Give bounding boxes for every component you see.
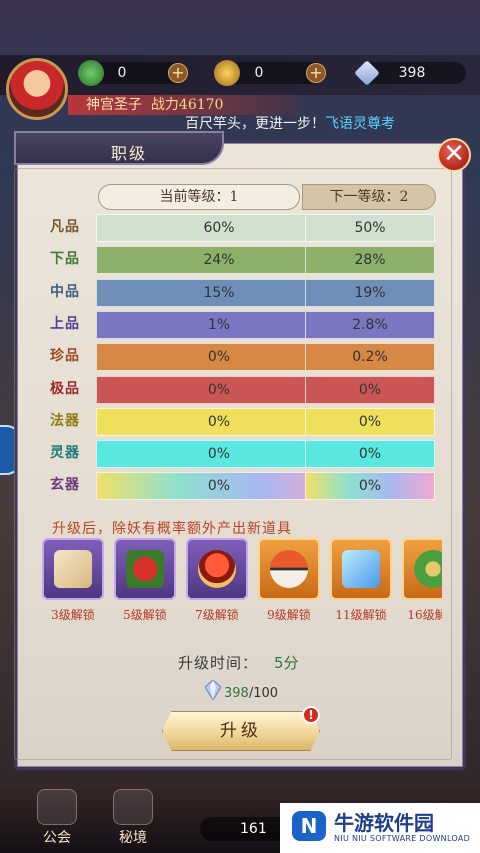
unlock-items-list[interactable]: 3级解锁 5级解锁 7级解锁 9级解锁 11级解锁 16级解锁: [40, 538, 442, 630]
nav-secret-realm[interactable]: 秘境: [108, 789, 158, 847]
next-chance: 28%: [305, 246, 435, 275]
upgrade-description: 升级后，除妖有概率额外产出新道具: [52, 521, 292, 537]
watermark: N 牛游软件园 NIU NIU SOFTWARE DOWNLOAD: [280, 803, 480, 853]
player-avatar[interactable]: [6, 58, 68, 120]
flower-bouquet-icon: [126, 550, 164, 588]
guild-icon: [37, 789, 77, 825]
upgrade-button[interactable]: 升级: [162, 711, 320, 751]
rarity-label: 中品: [50, 283, 80, 300]
rarity-label: 法器: [50, 412, 80, 429]
probability-row: 中品 15% 19%: [40, 278, 440, 307]
probability-row: 上品 1% 2.8%: [40, 310, 440, 339]
rarity-label: 玄器: [50, 477, 80, 494]
item-frame[interactable]: [258, 538, 320, 600]
jade-ring-icon: [414, 550, 442, 588]
next-chance: 2.8%: [305, 310, 435, 339]
item-frame[interactable]: [186, 538, 248, 600]
unlock-item[interactable]: 3级解锁: [40, 538, 106, 623]
rarity-label: 凡品: [50, 219, 80, 235]
unlock-item[interactable]: 11级解锁: [328, 538, 394, 623]
panel-title-tab: 职级: [14, 131, 224, 165]
unlock-item[interactable]: 7级解锁: [184, 538, 250, 623]
nav-guild[interactable]: 公会: [32, 789, 82, 847]
next-level-header: 下一等级：2: [302, 184, 436, 210]
item-frame[interactable]: [402, 538, 442, 600]
rarity-label: 珍品: [50, 348, 80, 365]
upgrade-time-value: 5分: [274, 654, 299, 672]
unlock-item[interactable]: 9级解锁: [256, 538, 322, 623]
upgrade-cost: 398/100: [224, 686, 279, 701]
next-chance: 0%: [305, 407, 435, 436]
upgrade-time-label: 升级时间：: [178, 654, 259, 672]
probability-row: 极品 0% 0%: [40, 375, 440, 404]
probability-row: 珍品 0% 0.2%: [40, 343, 440, 372]
capture-ball-icon: [270, 550, 308, 588]
next-chance: 0%: [305, 472, 435, 501]
rarity-label: 灵器: [50, 445, 80, 462]
current-level-header: 当前等级：1: [98, 184, 300, 210]
unlock-caption: 16级解锁: [407, 608, 442, 622]
resource-coin: 0 +: [214, 60, 326, 86]
secret-realm-icon: [113, 789, 153, 825]
add-coin-button[interactable]: +: [306, 63, 326, 83]
item-frame[interactable]: [330, 538, 392, 600]
panel-title: 职级: [111, 144, 148, 163]
unlock-item[interactable]: 5级解锁: [112, 538, 178, 623]
probability-row: 法器 0% 0%: [40, 407, 440, 436]
item-frame[interactable]: [114, 538, 176, 600]
crystal-shard-icon: [342, 550, 380, 588]
unlock-caption: 9级解锁: [267, 608, 311, 622]
unlock-caption: 7级解锁: [195, 608, 239, 622]
rarity-label: 上品: [50, 315, 80, 332]
resource-jade: 0 +: [78, 60, 188, 86]
next-chance: 19%: [305, 278, 435, 307]
probability-row: 灵器 0% 0%: [40, 440, 440, 469]
resource-crystal: 398: [354, 60, 466, 86]
rarity-label: 极品: [50, 380, 80, 397]
probability-row: 下品 24% 28%: [40, 246, 440, 275]
probability-row: 凡品 60% 50%: [40, 214, 440, 242]
rarity-label: 下品: [50, 251, 80, 268]
crystal-cost-icon: [205, 680, 221, 700]
scrolling-slogan: 百尺竿头，更进一步！飞语灵尊考: [185, 116, 395, 132]
bottom-counter: 161: [200, 817, 290, 841]
unlock-item[interactable]: 16级解锁: [400, 538, 442, 623]
add-jade-button[interactable]: +: [168, 63, 188, 83]
next-chance: 0%: [305, 375, 435, 404]
player-name-bar: 神宫圣子 战力46170: [68, 95, 298, 115]
crystal-orb-icon: [198, 550, 236, 588]
next-chance: 50%: [305, 214, 435, 242]
probability-row: 玄器 0% 0%: [40, 472, 440, 501]
next-chance: 0%: [305, 440, 435, 469]
book-icon: [54, 550, 92, 588]
item-frame[interactable]: [42, 538, 104, 600]
unlock-caption: 11级解锁: [335, 608, 387, 622]
alert-badge: !: [302, 706, 320, 724]
next-chance: 0.2%: [305, 343, 435, 372]
unlock-caption: 3级解锁: [51, 608, 95, 622]
close-button[interactable]: ✕: [437, 138, 471, 172]
watermark-logo: N: [292, 811, 326, 841]
unlock-caption: 5级解锁: [123, 608, 167, 622]
